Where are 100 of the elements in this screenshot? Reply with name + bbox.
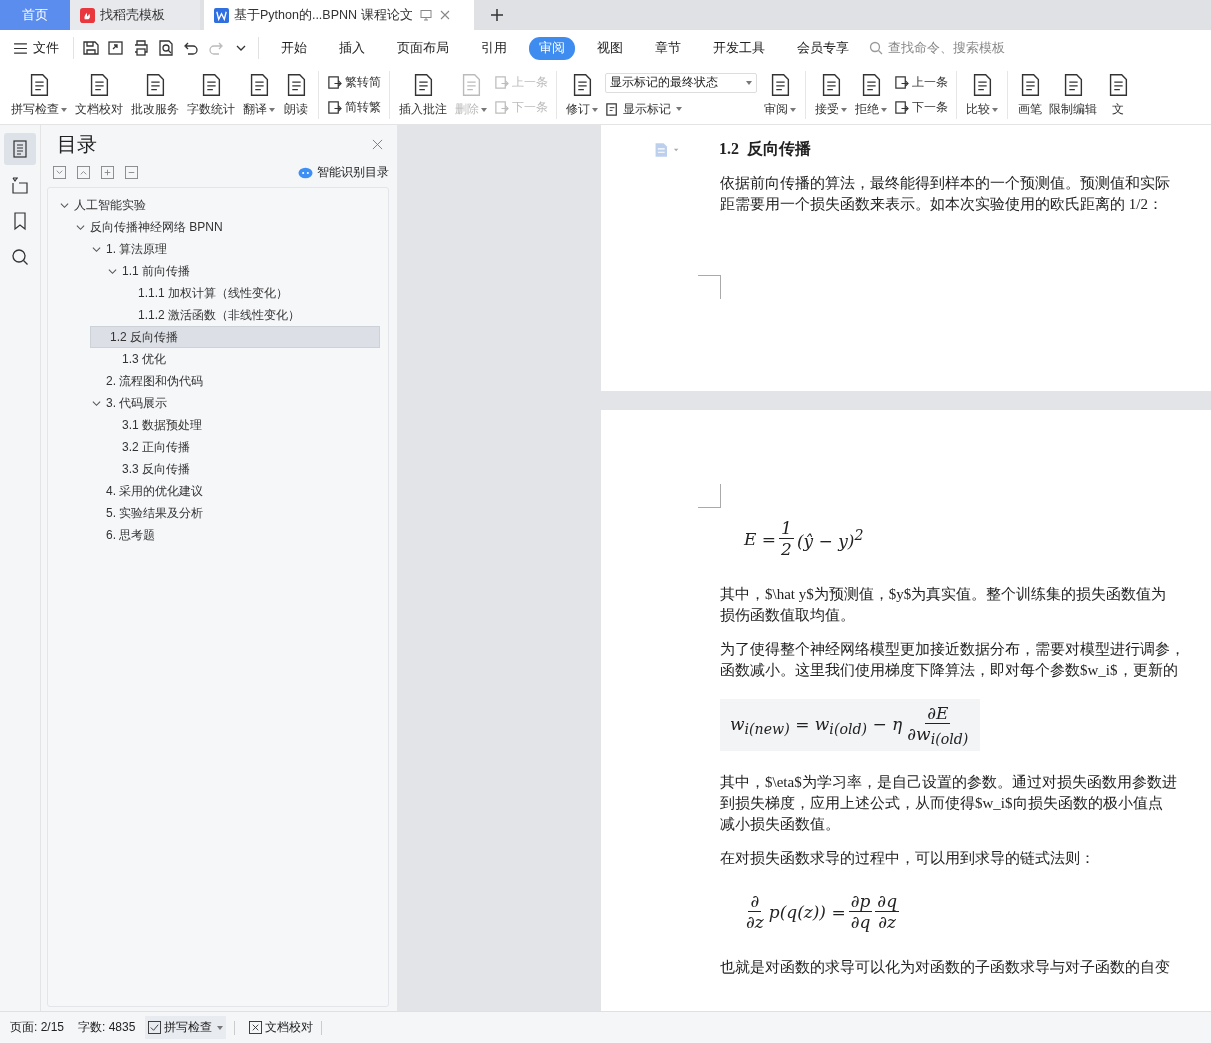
ribbon-button[interactable]: 文 [1102,70,1134,120]
caret-icon[interactable] [92,398,101,408]
document-tab[interactable]: 基于Python的...BPNN 课程论文 [204,0,474,30]
page-count: 页面: 2/15 [10,1019,65,1036]
ribbon-button[interactable]: 朗读 [280,70,312,120]
ribbon-button[interactable]: 限制编辑 [1046,70,1100,120]
margin-corner-mark [698,484,721,508]
word-count: 字数: 4835 [78,1019,136,1036]
outline-item[interactable]: 1. 算法原理 [48,238,380,260]
outline-item[interactable]: 4. 采用的优化建议 [48,480,380,502]
ribbon-tab[interactable]: 页面布局 [387,36,459,60]
ribbon-button[interactable]: 审阅 [761,70,799,120]
flame-logo-icon [80,7,95,23]
file-menu-button[interactable]: 文件 [14,39,65,57]
paragraph-line: 距需要用一个损失函数来表示。如本次实验使用的欧氏距离的 1/2： [720,195,1164,214]
close-icon[interactable] [438,9,451,21]
smart-outline-button[interactable]: 智能识别目录 [298,164,389,181]
box-cross-icon [249,1021,263,1034]
outline-item[interactable]: 1.1.2 激活函数（非线性变化） [48,304,380,326]
caret-icon [61,107,67,112]
ribbon-tab[interactable]: 开发工具 [703,36,775,60]
caret-icon[interactable] [92,244,101,254]
spell-check-button[interactable]: 拼写检查 [145,1016,227,1039]
outline-item[interactable]: 6. 思考题 [48,524,380,546]
outline-item[interactable]: 1.1.1 加权计算（线性变化） [48,282,380,304]
document-tab[interactable]: 找稻壳模板 [70,0,200,30]
markup-icon [605,101,620,117]
ribbon-button[interactable]: 画笔 [1014,70,1046,120]
command-search-field[interactable]: 查找命令、搜索模板 [869,40,1020,56]
ribbon-button[interactable]: 字数统计 [184,70,238,120]
caret-icon[interactable] [60,200,69,210]
close-icon[interactable] [372,139,383,150]
paragraph-line: 函数减小。这里我们使用梯度下降算法，即对每个参数$w_i$，更新的 [720,661,1179,680]
outline-item[interactable]: 3.2 正向传播 [48,436,380,458]
caret-icon [592,107,598,112]
caret-icon [841,107,847,112]
undo-icon[interactable] [182,40,200,56]
ribbon-button[interactable]: 插入批注 [396,70,450,120]
outline-item[interactable]: 反向传播神经网络 BPNN [48,216,380,238]
caret-icon [992,107,998,112]
ribbon-small-button[interactable]: 上一条 [894,74,948,91]
save-icon[interactable] [82,40,100,56]
outline-item[interactable]: 3. 代码展示 [48,392,380,414]
ribbon-tab[interactable]: 章节 [645,36,691,60]
ribbon-small-button[interactable]: 简转繁 [327,99,381,116]
outline-icon[interactable] [4,133,36,165]
outline-item[interactable]: 3.3 反向传播 [48,458,380,480]
caret-icon [217,1025,224,1030]
ribbon-small-button[interactable]: 显示标记 [605,100,757,118]
outline-item[interactable]: 3.1 数据预处理 [48,414,380,436]
outline-item[interactable]: 1.2 反向传播 [90,326,380,348]
cloud-icon [298,166,313,179]
paragraph-line: 损伤函数值取均值。 [720,606,856,625]
paragraph-line: 为了使得整个神经网络模型更加接近数据分布，需要对模型进行调参， [720,640,1186,659]
add-icon[interactable] [101,166,114,179]
ribbon-tab[interactable]: 插入 [329,36,375,60]
outline-item[interactable]: 5. 实验结果及分析 [48,502,380,524]
export-icon[interactable] [107,40,125,56]
caret-icon[interactable] [108,266,117,276]
new-tab-icon[interactable] [490,8,504,22]
print-preview-icon[interactable] [157,40,175,56]
ribbon-button[interactable]: 修订 [563,70,601,120]
ribbon-tab[interactable]: 视图 [587,36,633,60]
outline-item[interactable]: 1.3 优化 [48,348,380,370]
ribbon-button[interactable]: 文档校对 [72,70,126,120]
caret-icon[interactable] [76,222,85,232]
section-heading: 1.2 反向传播 [719,139,811,159]
ribbon-tab[interactable]: 会员专享 [787,36,859,60]
ribbon-button[interactable]: 接受 [812,70,850,120]
caret-icon [881,107,887,112]
ribbon-tab[interactable]: 引用 [471,36,517,60]
paragraph-line: 依据前向传播的算法，最终能得到样本的一个预测值。预测值和实际 [720,174,1171,193]
paragraph-line: 在对损失函数求导的过程中，可以用到求导的链式法则： [720,849,1096,869]
caret-icon [481,107,487,112]
ribbon-button[interactable]: 拒绝 [852,70,890,120]
markup-state-dropdown[interactable]: 显示标记的最终状态 [605,72,757,93]
caret-icon [676,107,682,111]
outline-title: 目录 [57,132,97,157]
outline-item[interactable]: 人工智能实验 [48,194,380,216]
paragraph-line: 减小损失函数值。 [720,815,841,835]
margin-corner-mark [698,275,721,299]
caret-icon [746,80,752,85]
outline-item[interactable]: 2. 流程图和伪代码 [48,370,380,392]
ribbon-button[interactable]: 拼写检查 [8,70,70,120]
collapse-icon[interactable] [77,166,90,179]
ribbon-button[interactable]: 翻译 [240,70,278,120]
ribbon-small-button[interactable]: 繁转简 [327,74,381,91]
monitor-icon[interactable] [419,9,432,21]
remove-icon[interactable] [125,166,138,179]
ribbon-small-button[interactable]: 下一条 [894,99,948,116]
print-icon[interactable] [132,40,150,56]
ribbon-button[interactable]: 批改服务 [128,70,182,120]
expand-icon[interactable] [53,166,66,179]
ribbon-tab[interactable]: 开始 [271,36,317,60]
caret-icon [790,107,796,112]
outline-item[interactable]: 1.1 前向传播 [48,260,380,282]
proofread-button[interactable]: 文档校对 [249,1019,314,1036]
search-icon [869,41,883,55]
caret-icon [269,107,275,112]
ribbon-button[interactable]: 比较 [963,70,1001,120]
